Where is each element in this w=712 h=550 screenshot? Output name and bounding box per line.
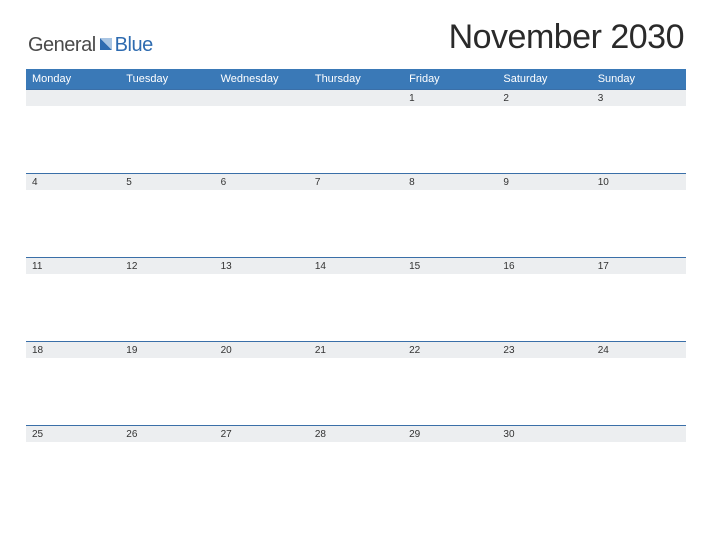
date-number: 25 [32,429,43,440]
date-number: 10 [598,177,609,188]
date-number: 21 [315,345,326,356]
day-cell: 18 [26,342,120,425]
day-header: Wednesday [215,69,309,89]
week-row: 1 2 3 [26,89,686,173]
day-cell [309,90,403,173]
date-number: 4 [32,177,38,188]
day-header-row: Monday Tuesday Wednesday Thursday Friday… [26,69,686,89]
date-number: 18 [32,345,43,356]
day-cell: 20 [215,342,309,425]
day-cell: 24 [592,342,686,425]
date-number: 24 [598,345,609,356]
date-number: 13 [221,261,232,272]
calendar-title: November 2030 [449,18,684,57]
brand-logo: General Blue [28,34,153,57]
date-number: 30 [503,429,514,440]
day-header: Saturday [497,69,591,89]
day-cell: 9 [497,174,591,257]
day-cell: 19 [120,342,214,425]
day-cell: 5 [120,174,214,257]
date-number: 7 [315,177,321,188]
day-cell: 4 [26,174,120,257]
day-cell [215,90,309,173]
week-row: 25 26 27 28 29 30 [26,425,686,509]
day-cell: 2 [497,90,591,173]
day-cell [592,426,686,509]
day-cell: 21 [309,342,403,425]
day-header: Thursday [309,69,403,89]
day-cell: 10 [592,174,686,257]
day-header: Sunday [592,69,686,89]
day-cell: 17 [592,258,686,341]
day-cell: 16 [497,258,591,341]
date-number: 15 [409,261,420,272]
date-number: 26 [126,429,137,440]
week-row: 18 19 20 21 22 23 24 [26,341,686,425]
date-number: 9 [503,177,509,188]
date-number: 8 [409,177,415,188]
day-cell: 11 [26,258,120,341]
day-header: Monday [26,69,120,89]
day-header: Friday [403,69,497,89]
date-number: 20 [221,345,232,356]
date-number: 2 [503,93,509,104]
day-cell: 25 [26,426,120,509]
day-cell: 3 [592,90,686,173]
week-row: 4 5 6 7 8 9 10 [26,173,686,257]
day-cell: 22 [403,342,497,425]
day-cell: 28 [309,426,403,509]
date-number: 29 [409,429,420,440]
date-number: 12 [126,261,137,272]
logo-text-general: General [28,34,96,57]
calendar-grid: Monday Tuesday Wednesday Thursday Friday… [26,69,686,509]
day-cell: 12 [120,258,214,341]
day-header: Tuesday [120,69,214,89]
date-number: 3 [598,93,604,104]
day-cell: 29 [403,426,497,509]
date-number: 11 [32,261,42,272]
day-cell: 15 [403,258,497,341]
date-number: 23 [503,345,514,356]
date-number: 19 [126,345,137,356]
day-cell: 30 [497,426,591,509]
day-cell [120,90,214,173]
date-number: 14 [315,261,326,272]
day-cell: 23 [497,342,591,425]
date-number: 1 [409,93,415,104]
day-cell: 13 [215,258,309,341]
date-number: 22 [409,345,420,356]
date-number: 17 [598,261,609,272]
day-cell: 27 [215,426,309,509]
date-number: 5 [126,177,132,188]
day-cell: 26 [120,426,214,509]
day-cell: 1 [403,90,497,173]
date-number: 28 [315,429,326,440]
day-cell: 6 [215,174,309,257]
day-cell: 8 [403,174,497,257]
document-header: General Blue November 2030 [0,0,712,65]
date-number: 16 [503,261,514,272]
week-row: 11 12 13 14 15 16 17 [26,257,686,341]
logo-text-blue: Blue [115,34,153,57]
date-number: 27 [221,429,232,440]
logo-triangle-icon [99,37,113,56]
day-cell [26,90,120,173]
day-cell: 14 [309,258,403,341]
day-cell: 7 [309,174,403,257]
date-number: 6 [221,177,227,188]
